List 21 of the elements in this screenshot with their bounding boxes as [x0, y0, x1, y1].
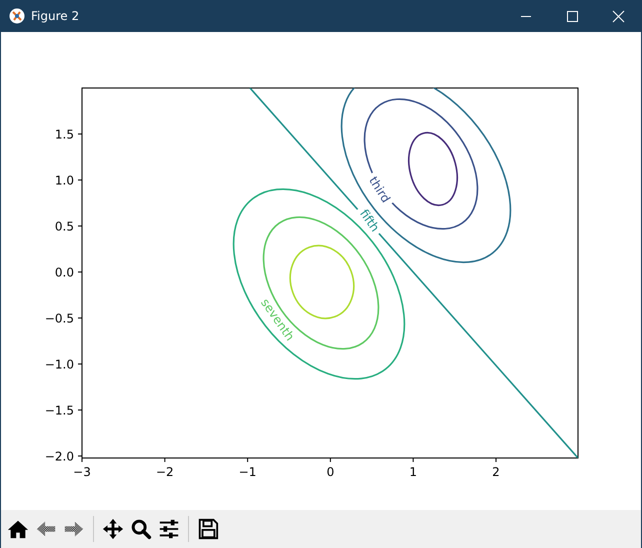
save-icon[interactable]: [197, 518, 219, 540]
tick-label: 0.0: [54, 266, 74, 280]
tick-label: 1.0: [54, 174, 74, 188]
window-title: Figure 2: [31, 9, 80, 23]
tick-label: −2: [156, 465, 174, 479]
tick-label: −1: [238, 465, 256, 479]
tick-label: −1.5: [44, 404, 74, 418]
tick-label: −3: [73, 465, 91, 479]
tick-label: −2.0: [44, 450, 74, 464]
tick-label: 0.5: [54, 220, 74, 234]
tick-label: −0.5: [44, 312, 74, 326]
tick-label: 0: [326, 465, 334, 479]
sliders-icon[interactable]: [158, 518, 180, 540]
tick-label: 1: [409, 465, 418, 479]
move-icon[interactable]: [102, 518, 124, 540]
tick-label: 1.5: [54, 128, 74, 142]
app-icon: [9, 8, 25, 24]
tick-label: 2: [492, 465, 500, 479]
search-icon[interactable]: [130, 518, 152, 540]
tick-label: −1.0: [44, 358, 74, 372]
home-icon[interactable]: [7, 518, 29, 540]
